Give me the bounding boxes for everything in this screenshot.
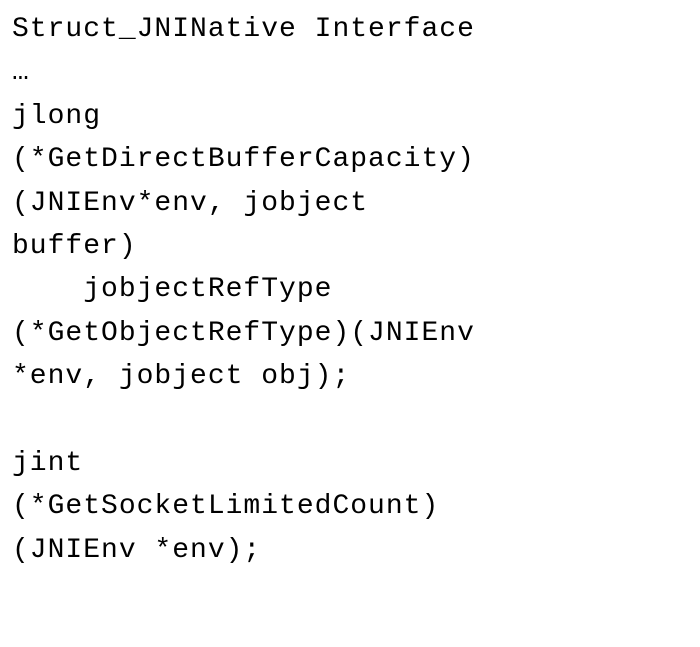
code-line: (*GetSocketLimitedCount) — [12, 491, 439, 522]
code-snippet: Struct_JNINative Interface … jlong (*Get… — [0, 0, 700, 580]
code-line: Struct_JNINative Interface — [12, 14, 475, 45]
code-line: … — [12, 57, 30, 88]
code-line: (JNIEnv *env); — [12, 535, 261, 566]
code-line: (*GetDirectBufferCapacity) — [12, 144, 475, 175]
code-line: (*GetObjectRefType)(JNIEnv — [12, 318, 475, 349]
code-line: buffer) — [12, 231, 137, 262]
code-line: jobjectRefType — [12, 274, 332, 305]
code-line: *env, jobject obj); — [12, 361, 350, 392]
code-line: (JNIEnv*env, jobject — [12, 188, 368, 219]
code-line: jlong — [12, 101, 101, 132]
code-line: jint — [12, 448, 83, 479]
